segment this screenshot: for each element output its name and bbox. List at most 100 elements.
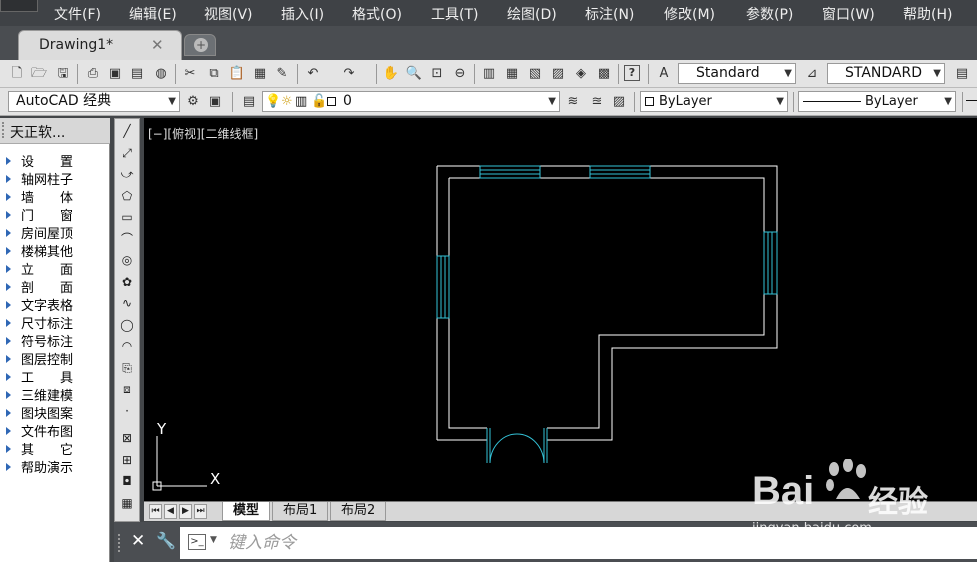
tab-model[interactable]: 模型 — [222, 502, 271, 521]
palette-item[interactable]: 剖 面 — [6, 277, 73, 296]
circle-icon[interactable]: ◎ — [119, 252, 135, 268]
gradient-icon[interactable]: ⊞ — [119, 452, 135, 468]
new-tab-button[interactable]: + — [184, 34, 216, 56]
dim-style-icon[interactable]: ⊿ — [803, 65, 821, 83]
tab-drawing1[interactable]: Drawing1* ✕ — [18, 30, 182, 60]
preview-icon[interactable]: ▣ — [106, 65, 124, 83]
layer-select[interactable]: 💡 ☼ ▥ 🔓 0 ▼ — [262, 91, 560, 112]
paste-icon[interactable]: 📋 — [228, 65, 246, 83]
first-tab-icon[interactable]: ⏮ — [149, 504, 162, 519]
calculator-icon[interactable]: ▩ — [595, 65, 613, 83]
palette-item[interactable]: 门 窗 — [6, 205, 73, 224]
block-editor-icon[interactable]: ✎ — [273, 65, 291, 83]
palette-item[interactable]: 文字表格 — [6, 295, 73, 314]
menu-file[interactable]: 文件(F) — [54, 4, 101, 24]
palette-item[interactable]: 工 具 — [6, 367, 73, 386]
menu-insert[interactable]: 插入(I) — [281, 4, 324, 24]
region-icon[interactable]: ◘ — [119, 473, 135, 489]
layer-state-icon[interactable]: ▨ — [610, 93, 628, 111]
save-icon[interactable]: 🖫 — [54, 65, 72, 83]
menu-help[interactable]: 帮助(H) — [903, 4, 952, 24]
design-center-icon[interactable]: ▦ — [503, 65, 521, 83]
palette-item[interactable]: 文件布图 — [6, 421, 73, 440]
text-style-select[interactable]: Standard ▼ — [678, 63, 796, 84]
workspace-select[interactable]: AutoCAD 经典 ▼ — [8, 91, 180, 112]
palette-item[interactable]: 符号标注 — [6, 331, 73, 350]
close-icon[interactable]: ✕ — [151, 36, 164, 54]
drag-handle-icon[interactable] — [2, 122, 6, 138]
prev-tab-icon[interactable]: ◀ — [164, 504, 177, 519]
menu-parametric[interactable]: 参数(P) — [746, 4, 793, 24]
make-block-icon[interactable]: ⧈ — [119, 381, 135, 397]
tool-palettes-icon[interactable]: ▧ — [526, 65, 544, 83]
command-prompt-icon[interactable]: >_ — [188, 534, 206, 550]
palette-item[interactable]: 其 它 — [6, 439, 73, 458]
color-select[interactable]: ByLayer ▼ — [640, 91, 788, 112]
spline-icon[interactable]: ∿ — [119, 295, 135, 311]
palette-header[interactable]: 天正软... — [0, 118, 110, 144]
menu-tools[interactable]: 工具(T) — [431, 4, 478, 24]
palette-item[interactable]: 立 面 — [6, 259, 73, 278]
palette-item[interactable]: 墙 体 — [6, 187, 73, 206]
palette-item[interactable]: 房间屋顶 — [6, 223, 73, 242]
gear-icon[interactable]: ⚙ — [184, 93, 202, 111]
last-tab-icon[interactable]: ⏭ — [194, 504, 207, 519]
insert-block-icon[interactable]: ⎘ — [119, 360, 135, 376]
pan-icon[interactable]: ✋ — [382, 65, 400, 83]
markup-icon[interactable]: ◈ — [572, 65, 590, 83]
menu-view[interactable]: 视图(V) — [204, 4, 253, 24]
ellipse-icon[interactable]: ◯ — [119, 317, 135, 333]
copy-icon[interactable]: ⧉ — [205, 65, 223, 83]
print-icon[interactable]: ⎙ — [84, 65, 102, 83]
publish-icon[interactable]: ▤ — [128, 65, 146, 83]
line-icon[interactable]: ╱ — [119, 123, 135, 139]
application-button[interactable] — [0, 0, 38, 12]
linetype-select[interactable]: ByLayer ▼ — [798, 91, 956, 112]
palette-item[interactable]: 轴网柱子 — [6, 169, 73, 188]
undo-icon[interactable]: ↶ — [304, 65, 322, 83]
arc-icon[interactable]: ⌒ — [119, 231, 135, 247]
zoom-previous-icon[interactable]: ⊖ — [451, 65, 469, 83]
match-properties-icon[interactable]: ▦ — [251, 65, 269, 83]
lineweight-preview[interactable] — [966, 100, 977, 101]
zoom-realtime-icon[interactable]: 🔍 — [405, 65, 423, 83]
zoom-window-icon[interactable]: ⊡ — [428, 65, 446, 83]
construction-line-icon[interactable]: ⤢ — [119, 145, 135, 161]
hatch-icon[interactable]: ⊠ — [119, 430, 135, 446]
redo-icon[interactable]: ↷ — [340, 65, 358, 83]
polyline-icon[interactable]: ⤻ — [119, 166, 135, 182]
text-style-icon[interactable]: A — [655, 65, 673, 83]
point-icon[interactable]: · — [119, 403, 135, 419]
palette-item[interactable]: 帮助演示 — [6, 457, 73, 476]
table-style-icon[interactable]: ▤ — [953, 65, 971, 83]
menu-draw[interactable]: 绘图(D) — [507, 4, 557, 24]
menu-modify[interactable]: 修改(M) — [664, 4, 715, 24]
layer-manager-icon[interactable]: ▤ — [240, 93, 258, 111]
3d-dwf-icon[interactable]: ◍ — [152, 65, 170, 83]
menu-dimension[interactable]: 标注(N) — [585, 4, 634, 24]
next-tab-icon[interactable]: ▶ — [179, 504, 192, 519]
revcloud-icon[interactable]: ✿ — [119, 274, 135, 290]
wrench-icon[interactable]: 🔧 — [156, 531, 176, 550]
menu-window[interactable]: 窗口(W) — [822, 4, 875, 24]
chevron-down-icon[interactable]: ▼ — [210, 535, 217, 545]
make-current-layer-icon[interactable]: ≋ — [564, 93, 582, 111]
layer-previous-icon[interactable]: ≊ — [588, 93, 606, 111]
tab-layout1[interactable]: 布局1 — [272, 502, 329, 521]
help-icon[interactable]: ? — [624, 65, 640, 81]
menu-edit[interactable]: 编辑(E) — [129, 4, 177, 24]
tab-layout2[interactable]: 布局2 — [330, 502, 387, 521]
table-icon[interactable]: ▦ — [119, 495, 135, 511]
palette-item[interactable]: 设 置 — [6, 151, 73, 170]
polygon-icon[interactable]: ⬠ — [119, 188, 135, 204]
command-input[interactable] — [228, 532, 828, 554]
drawing-canvas[interactable]: [−][俯视][二维线框] Y X — [144, 118, 977, 502]
palette-item[interactable]: 图层控制 — [6, 349, 73, 368]
palette-item[interactable]: 尺寸标注 — [6, 313, 73, 332]
palette-item[interactable]: 三维建模 — [6, 385, 73, 404]
close-icon[interactable]: ✕ — [131, 531, 145, 551]
workspace-settings-icon[interactable]: ▣ — [206, 93, 224, 111]
new-icon[interactable]: 🗋 — [8, 65, 26, 83]
menu-format[interactable]: 格式(O) — [352, 4, 402, 24]
palette-item[interactable]: 楼梯其他 — [6, 241, 73, 260]
